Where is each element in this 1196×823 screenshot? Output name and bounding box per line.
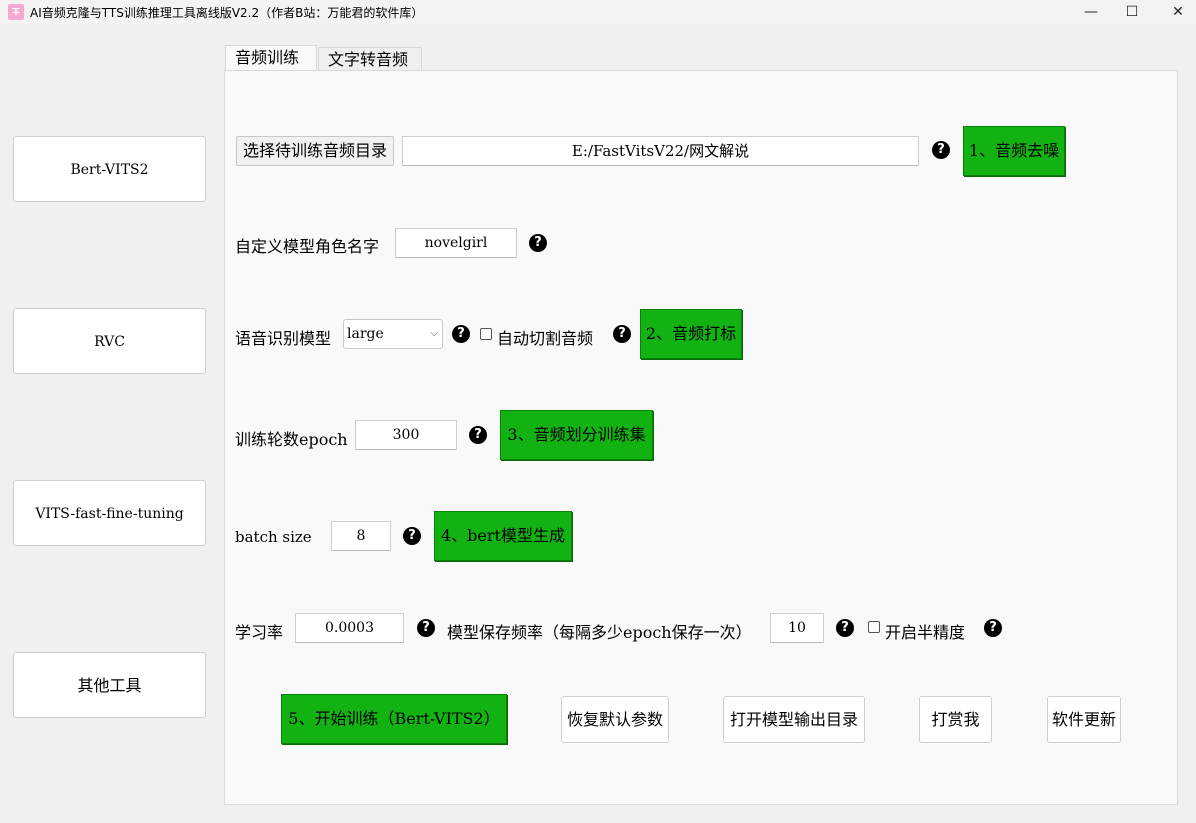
half-precision-label: 开启半精度 bbox=[885, 623, 966, 642]
tab-audio-training[interactable]: 音频训练 bbox=[225, 45, 317, 70]
half-precision-checkbox[interactable] bbox=[868, 621, 880, 633]
learning-rate-field[interactable]: 0.0003 bbox=[295, 613, 404, 643]
epoch-label: 训练轮数epoch bbox=[235, 430, 348, 449]
save-frequency-field[interactable]: 10 bbox=[770, 613, 824, 643]
split-dataset-button[interactable]: 3、音频划分训练集 bbox=[500, 410, 653, 460]
open-output-dir-button[interactable]: 打开模型输出目录 bbox=[723, 696, 865, 743]
sidebar-item-bert-vits2[interactable]: Bert-VITS2 bbox=[13, 136, 206, 202]
chevron-down-icon: ⌵ bbox=[430, 328, 438, 339]
role-name-label: 自定义模型角色名字 bbox=[235, 237, 380, 256]
help-icon[interactable]: ? bbox=[469, 426, 487, 444]
help-icon[interactable]: ? bbox=[452, 325, 470, 343]
help-icon[interactable]: ? bbox=[932, 141, 950, 159]
title-bar: ∓ AI音频克隆与TTS训练推理工具离线版V2.2（作者B站：万能君的软件库） … bbox=[0, 0, 1196, 24]
close-button[interactable]: ✕ bbox=[1155, 0, 1196, 24]
minimize-button[interactable]: — bbox=[1068, 0, 1114, 24]
help-icon[interactable]: ? bbox=[417, 619, 435, 637]
help-icon[interactable]: ? bbox=[529, 234, 547, 252]
batch-size-label: batch size bbox=[235, 528, 312, 546]
role-name-field[interactable]: novelgirl bbox=[395, 228, 517, 258]
window-title: AI音频克隆与TTS训练推理工具离线版V2.2（作者B站：万能君的软件库） bbox=[30, 6, 424, 20]
asr-model-select[interactable]: large ⌵ bbox=[343, 319, 443, 349]
app-icon: ∓ bbox=[8, 4, 24, 20]
denoise-button[interactable]: 1、音频去噪 bbox=[963, 126, 1065, 176]
maximize-button[interactable]: ☐ bbox=[1109, 0, 1155, 24]
audio-label-button[interactable]: 2、音频打标 bbox=[640, 309, 742, 359]
asr-model-value: large bbox=[347, 326, 384, 342]
reset-defaults-button[interactable]: 恢复默认参数 bbox=[561, 696, 669, 743]
select-audio-dir-button[interactable]: 选择待训练音频目录 bbox=[236, 136, 394, 166]
sidebar-item-vits-fast-fine-tuning[interactable]: VITS-fast-fine-tuning bbox=[13, 480, 206, 546]
help-icon[interactable]: ? bbox=[403, 527, 421, 545]
help-icon[interactable]: ? bbox=[836, 619, 854, 637]
batch-size-field[interactable]: 8 bbox=[331, 521, 391, 551]
auto-split-label: 自动切割音频 bbox=[497, 329, 594, 348]
donate-button[interactable]: 打赏我 bbox=[919, 696, 992, 743]
audio-dir-field[interactable]: E:/FastVitsV22/网文解说 bbox=[402, 136, 919, 166]
start-training-button[interactable]: 5、开始训练（Bert-VITS2） bbox=[281, 694, 507, 744]
bert-generate-button[interactable]: 4、bert模型生成 bbox=[434, 511, 572, 561]
sidebar-item-rvc[interactable]: RVC bbox=[13, 308, 206, 374]
help-icon[interactable]: ? bbox=[984, 619, 1002, 637]
learning-rate-label: 学习率 bbox=[235, 623, 284, 642]
asr-model-label: 语音识别模型 bbox=[235, 329, 332, 348]
sidebar-item-other-tools[interactable]: 其他工具 bbox=[13, 652, 206, 718]
tab-text-to-audio[interactable]: 文字转音频 bbox=[318, 47, 422, 70]
help-icon[interactable]: ? bbox=[613, 325, 631, 343]
software-update-button[interactable]: 软件更新 bbox=[1047, 696, 1121, 743]
auto-split-checkbox[interactable] bbox=[480, 328, 492, 340]
save-frequency-label: 模型保存频率（每隔多少epoch保存一次） bbox=[447, 623, 752, 642]
epoch-field[interactable]: 300 bbox=[355, 420, 457, 450]
